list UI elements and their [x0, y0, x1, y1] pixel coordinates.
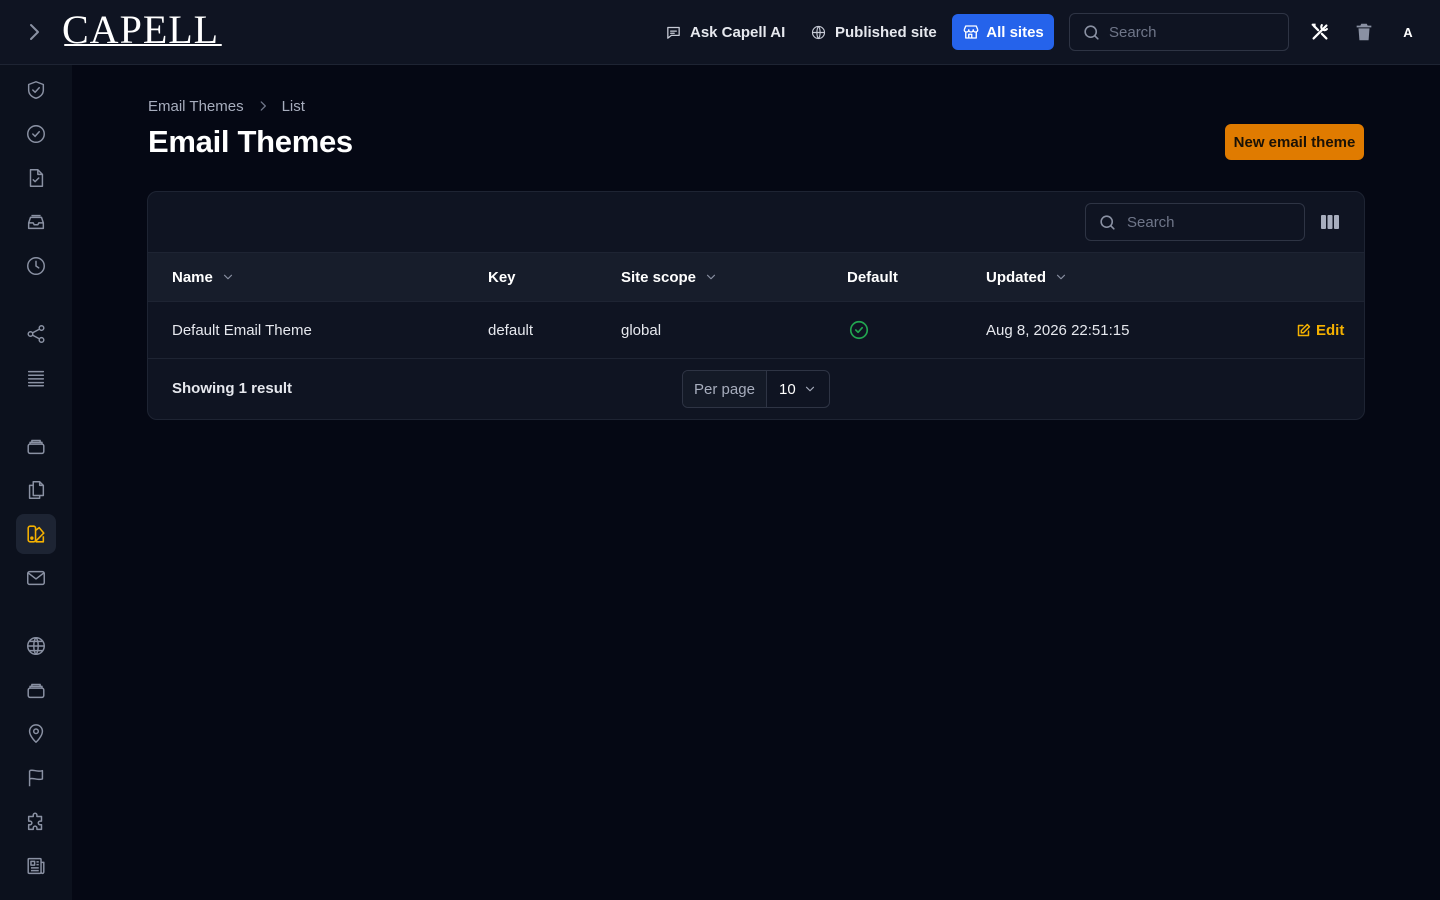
column-header-default-label: Default	[847, 268, 898, 286]
chat-bubble-icon	[665, 24, 682, 41]
shield-check-icon[interactable]	[16, 70, 56, 110]
ask-ai-button[interactable]: Ask Capell AI	[665, 17, 785, 47]
storefront-icon	[962, 23, 980, 41]
cell-name: Default Email Theme	[172, 321, 312, 339]
column-header-site-scope-label: Site scope	[621, 268, 697, 286]
trash-icon[interactable]	[1353, 21, 1375, 43]
chevron-right-icon	[256, 99, 270, 113]
global-search[interactable]	[1069, 13, 1289, 51]
column-header-site-scope[interactable]: Site scope	[621, 253, 718, 301]
all-sites-label: All sites	[986, 23, 1044, 41]
breadcrumb-list: List	[281, 97, 305, 115]
table-search[interactable]	[1085, 203, 1305, 241]
column-header-key-label: Key	[488, 268, 516, 286]
table-row[interactable]: Default Email Theme default global Aug 8…	[148, 302, 1364, 359]
published-site-button[interactable]: Published site	[810, 17, 937, 47]
edit-label: Edit	[1316, 321, 1345, 339]
column-header-updated[interactable]: Updated	[986, 253, 1068, 301]
top-bar: CAPELL Ask Capell AI Published site All …	[0, 0, 1440, 65]
map-pin-icon[interactable]	[16, 714, 56, 754]
search-icon	[1098, 213, 1117, 232]
edit-button[interactable]: Edit	[1296, 302, 1344, 358]
sidebar	[0, 65, 72, 900]
document-duplicate-icon[interactable]	[16, 470, 56, 510]
chevron-down-icon	[221, 270, 235, 284]
flag-icon[interactable]	[16, 758, 56, 798]
chevron-down-icon	[1054, 270, 1068, 284]
rectangle-stack-icon[interactable]	[16, 426, 56, 466]
column-header-name-label: Name	[172, 268, 213, 286]
published-site-label: Published site	[835, 23, 937, 41]
chevron-right-icon[interactable]	[22, 20, 46, 44]
global-search-input[interactable]	[1109, 23, 1288, 41]
check-circle-icon[interactable]	[16, 114, 56, 154]
results-count: Showing 1 result	[172, 380, 293, 397]
newspaper-icon[interactable]	[16, 846, 56, 886]
per-page-value: 10	[779, 380, 796, 398]
clock-icon[interactable]	[16, 246, 56, 286]
wrench-screwdriver-icon[interactable]	[1309, 21, 1331, 43]
new-email-theme-button[interactable]: New email theme	[1225, 124, 1364, 160]
globe-icon[interactable]	[16, 626, 56, 666]
rectangle-stack-icon[interactable]	[16, 670, 56, 710]
puzzle-piece-icon[interactable]	[16, 802, 56, 842]
cell-key: default	[488, 321, 534, 339]
page-title: Email Themes	[148, 124, 353, 159]
view-columns-icon[interactable]	[1320, 212, 1340, 232]
envelope-icon[interactable]	[16, 558, 56, 598]
table-header: Name Key Site scope Default Updated	[148, 252, 1364, 302]
chevron-down-icon	[704, 270, 718, 284]
cell-site-scope: global	[621, 321, 662, 339]
per-page-control: Per page 10	[682, 370, 830, 408]
inbox-stack-icon[interactable]	[16, 202, 56, 242]
column-header-default: Default	[847, 253, 898, 301]
document-check-icon[interactable]	[16, 158, 56, 198]
swatch-icon[interactable]	[16, 514, 56, 554]
logo-underline	[64, 44, 222, 46]
breadcrumb-email-themes[interactable]: Email Themes	[148, 98, 244, 115]
table-search-input[interactable]	[1127, 213, 1304, 231]
check-circle-icon	[848, 319, 870, 341]
cell-updated: Aug 8, 2026 22:51:15	[986, 321, 1130, 339]
column-header-updated-label: Updated	[986, 268, 1046, 286]
chevron-down-icon	[803, 382, 817, 396]
email-themes-table: Name Key Site scope Default Updated Defa…	[147, 191, 1365, 420]
avatar[interactable]: A	[1396, 20, 1420, 44]
pencil-square-icon	[1296, 323, 1311, 338]
share-icon[interactable]	[16, 314, 56, 354]
all-sites-button[interactable]: All sites	[952, 14, 1054, 50]
globe-icon	[810, 24, 827, 41]
breadcrumb: Email Themes List	[148, 97, 305, 115]
search-icon	[1082, 23, 1101, 42]
column-header-name[interactable]: Name	[172, 253, 235, 301]
per-page-label: Per page	[683, 371, 767, 407]
per-page-select[interactable]: 10	[767, 371, 829, 407]
ask-ai-label: Ask Capell AI	[690, 23, 786, 41]
column-header-key: Key	[488, 253, 516, 301]
cell-default	[848, 302, 870, 358]
queue-list-icon[interactable]	[16, 358, 56, 398]
